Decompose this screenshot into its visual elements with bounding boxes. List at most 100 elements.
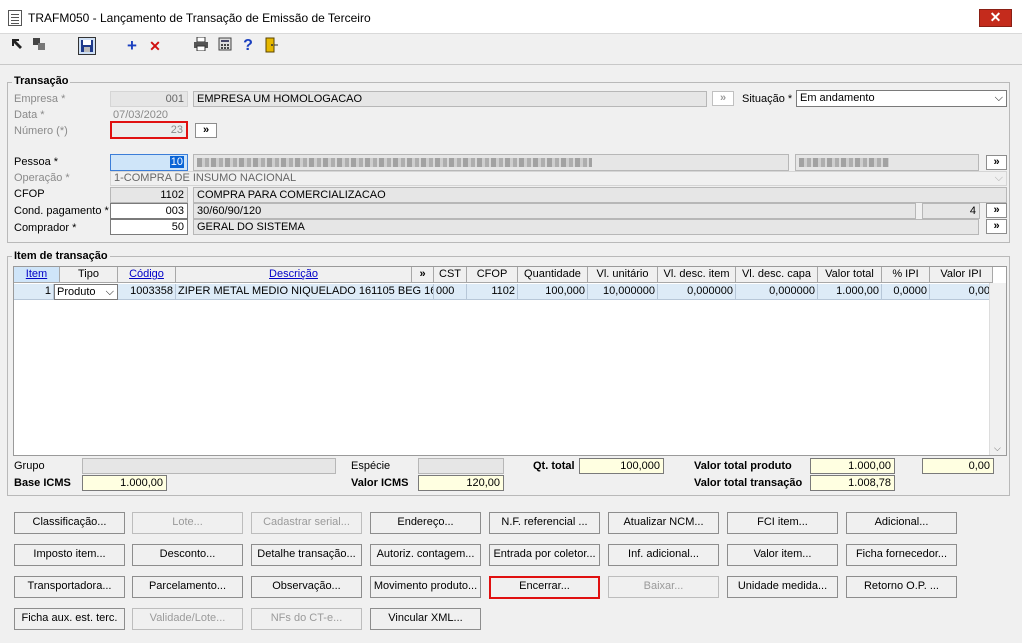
exit-door-icon[interactable] [262,37,280,55]
vertical-scrollbar[interactable]: ⌵ [989,283,1006,455]
movimento-produto-button[interactable]: Movimento produto... [370,576,481,598]
endereco-button[interactable]: Endereço... [370,512,481,534]
adicional-button[interactable]: Adicional... [846,512,957,534]
multi-window-icon[interactable] [30,37,48,55]
numero-label: Número (*) [14,125,68,137]
numero-search-button[interactable]: » [195,123,217,138]
cell-vl-desc-capa[interactable]: 0,000000 [736,284,818,300]
observacao-button[interactable]: Observação... [251,576,362,598]
items-table[interactable]: Item Tipo Código Descrição » CST CFOP Qu… [13,266,1007,456]
nf-referencial-button[interactable]: N.F. referencial ... [489,512,600,534]
qt-total-label: Qt. total [533,460,575,472]
cell-descricao[interactable]: ZIPER METAL MEDIO NIQUELADO 161105 BEG 1… [176,284,434,300]
help-icon[interactable]: ? [239,37,257,55]
column-header-cst[interactable]: CST [434,267,467,283]
delete-icon[interactable]: ✕ [146,37,164,55]
parcelamento-button[interactable]: Parcelamento... [132,576,243,598]
column-header-vl-desc-item[interactable]: Vl. desc. item [658,267,736,283]
empresa-code-field[interactable]: 001 [110,91,188,107]
cond-pagamento-label: Cond. pagamento * [14,205,109,217]
transportadora-button[interactable]: Transportadora... [14,576,125,598]
column-expand-button[interactable]: » [412,267,434,283]
column-header-item[interactable]: Item [14,267,60,283]
scroll-down-icon[interactable]: ⌵ [994,443,1001,454]
detalhe-transacao-button[interactable]: Detalhe transação... [251,544,362,566]
cell-pct-ipi[interactable]: 0,0000 [882,284,930,300]
autoriz-contagem-button[interactable]: Autoriz. contagem... [370,544,481,566]
lote-button[interactable]: Lote... [132,512,243,534]
encerrar-button[interactable]: Encerrar... [489,576,600,599]
cfop-label: CFOP [14,188,45,200]
valor-total-produto-label: Valor total produto [694,460,792,472]
validade-lote-button[interactable]: Validade/Lote... [132,608,243,630]
cell-valor-total[interactable]: 1.000,00 [818,284,882,300]
cond-pagamento-search-button[interactable]: » [986,203,1007,218]
valor-total-produto-field: 1.000,00 [810,458,895,474]
situacao-value: Em andamento [800,92,875,104]
chevron-down-icon: ⌵ [994,92,1003,104]
classificacao-button[interactable]: Classificação... [14,512,125,534]
baixar-button[interactable]: Baixar... [608,576,719,598]
comprador-name-field: GERAL DO SISTEMA [193,219,979,235]
pessoa-search-button[interactable]: » [986,155,1007,170]
calculator-icon[interactable] [216,37,234,55]
pessoa-code-field[interactable]: 10 [110,154,188,171]
window-title: TRAFM050 - Lançamento de Transação de Em… [28,11,371,25]
numero-field[interactable]: 23 [110,121,188,139]
operacao-label: Operação * [14,172,70,184]
unidade-medida-button[interactable]: Unidade medida... [727,576,838,598]
cell-vl-unitario[interactable]: 10,000000 [588,284,658,300]
situacao-select[interactable]: Em andamento ⌵ [796,90,1007,107]
cell-vl-desc-item[interactable]: 0,000000 [658,284,736,300]
column-header-tipo[interactable]: Tipo [60,267,118,283]
cell-cfop[interactable]: 1102 [467,284,518,300]
nfs-do-cte-button[interactable]: NFs do CT-e... [251,608,362,630]
retorno-op-button[interactable]: Retorno O.P. ... [846,576,957,598]
vincular-xml-button[interactable]: Vincular XML... [370,608,481,630]
cell-item[interactable]: 1 [14,284,54,300]
redacted-text [799,158,889,167]
cell-codigo[interactable]: 1003358 [118,284,176,300]
valor-total-transacao-field: 1.008,78 [810,475,895,491]
empresa-search-button[interactable]: » [712,91,734,106]
column-header-pct-ipi[interactable]: % IPI [882,267,930,283]
column-header-vl-desc-capa[interactable]: Vl. desc. capa [736,267,818,283]
desconto-button[interactable]: Desconto... [132,544,243,566]
add-icon[interactable]: + [123,37,141,55]
close-button[interactable]: ✕ [979,9,1012,27]
imposto-item-button[interactable]: Imposto item... [14,544,125,566]
cond-pagamento-code-field[interactable]: 003 [110,203,188,219]
column-header-descricao[interactable]: Descrição [176,267,412,283]
save-icon[interactable] [78,37,96,55]
select-arrow-icon[interactable] [9,37,27,55]
cell-quantidade[interactable]: 100,000 [518,284,588,300]
column-header-cfop[interactable]: CFOP [467,267,518,283]
inf-adicional-button[interactable]: Inf. adicional... [608,544,719,566]
column-header-valor-ipi[interactable]: Valor IPI [930,267,993,283]
tipo-value: Produto [57,286,96,298]
empresa-label: Empresa * [14,93,66,105]
valor-item-button[interactable]: Valor item... [727,544,838,566]
comprador-code-field[interactable]: 50 [110,219,188,235]
pessoa-code-value: 10 [169,156,184,168]
column-header-quantidade[interactable]: Quantidade [518,267,588,283]
operacao-value: 1-COMPRA DE INSUMO NACIONAL [114,172,297,184]
operacao-select[interactable]: 1-COMPRA DE INSUMO NACIONAL ⌵ [110,171,1007,186]
column-header-codigo[interactable]: Código [118,267,176,283]
entrada-por-coletor-button[interactable]: Entrada por coletor... [489,544,600,566]
comprador-label: Comprador * [14,222,77,234]
ficha-aux-est-terc-button[interactable]: Ficha aux. est. terc. [14,608,125,630]
cell-tipo-select[interactable]: Produto ⌵ [54,284,118,300]
print-icon[interactable] [192,36,210,55]
atualizar-ncm-button[interactable]: Atualizar NCM... [608,512,719,534]
comprador-search-button[interactable]: » [986,219,1007,234]
valor-ipi-total-field: 0,00 [922,458,994,474]
cadastrar-serial-button[interactable]: Cadastrar serial... [251,512,362,534]
fci-item-button[interactable]: FCI item... [727,512,838,534]
cell-valor-ipi[interactable]: 0,00 [930,284,993,300]
valor-icms-label: Valor ICMS [351,477,409,489]
ficha-fornecedor-button[interactable]: Ficha fornecedor... [846,544,957,566]
column-header-vl-unitario[interactable]: Vl. unitário [588,267,658,283]
column-header-valor-total[interactable]: Valor total [818,267,882,283]
cell-cst[interactable]: 000 [434,284,467,300]
